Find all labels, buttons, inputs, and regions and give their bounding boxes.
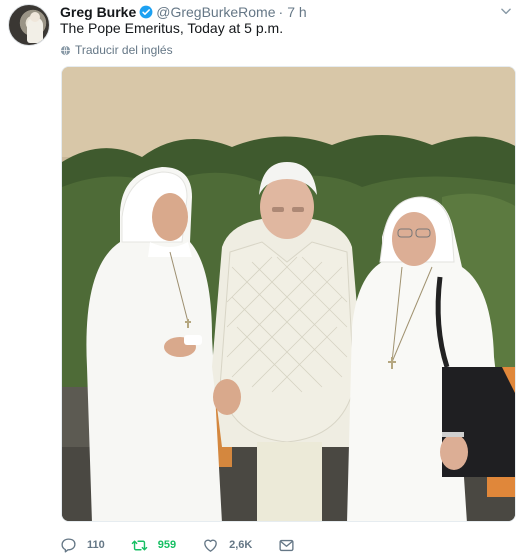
- heart-icon: [204, 539, 217, 552]
- author-handle[interactable]: @GregBurkeRome: [156, 4, 275, 20]
- tweet-timestamp[interactable]: 7 h: [287, 4, 306, 20]
- verified-badge-icon: [139, 5, 153, 19]
- reply-button[interactable]: 110: [60, 537, 105, 554]
- retweet-icon: [131, 540, 148, 550]
- like-button[interactable]: 2,6K: [202, 537, 252, 554]
- reply-count: 110: [87, 539, 105, 551]
- avatar[interactable]: [8, 4, 50, 46]
- author-name[interactable]: Greg Burke: [60, 4, 136, 20]
- translate-label: Traducir del inglés: [75, 43, 173, 57]
- reply-icon: [61, 537, 76, 553]
- tweet-card[interactable]: Greg Burke @GregBurkeRome · 7 h The Pope…: [0, 0, 527, 559]
- retweet-count: 959: [157, 539, 177, 551]
- direct-message-button[interactable]: [278, 537, 305, 554]
- like-count: 2,6K: [229, 539, 253, 551]
- tweet-photo[interactable]: [61, 66, 516, 522]
- chevron-down-icon[interactable]: [499, 4, 513, 18]
- envelope-icon: [279, 539, 294, 551]
- translate-link[interactable]: Traducir del inglés: [60, 43, 173, 57]
- tweet-actions: 110 959 2,6K: [60, 535, 331, 555]
- tweet-header: Greg Burke @GregBurkeRome · 7 h: [60, 3, 517, 21]
- separator-dot: ·: [278, 4, 284, 20]
- tweet-text: The Pope Emeritus, Today at 5 p.m.: [60, 20, 284, 36]
- retweet-button[interactable]: 959: [131, 537, 176, 554]
- globe-icon: [60, 45, 71, 55]
